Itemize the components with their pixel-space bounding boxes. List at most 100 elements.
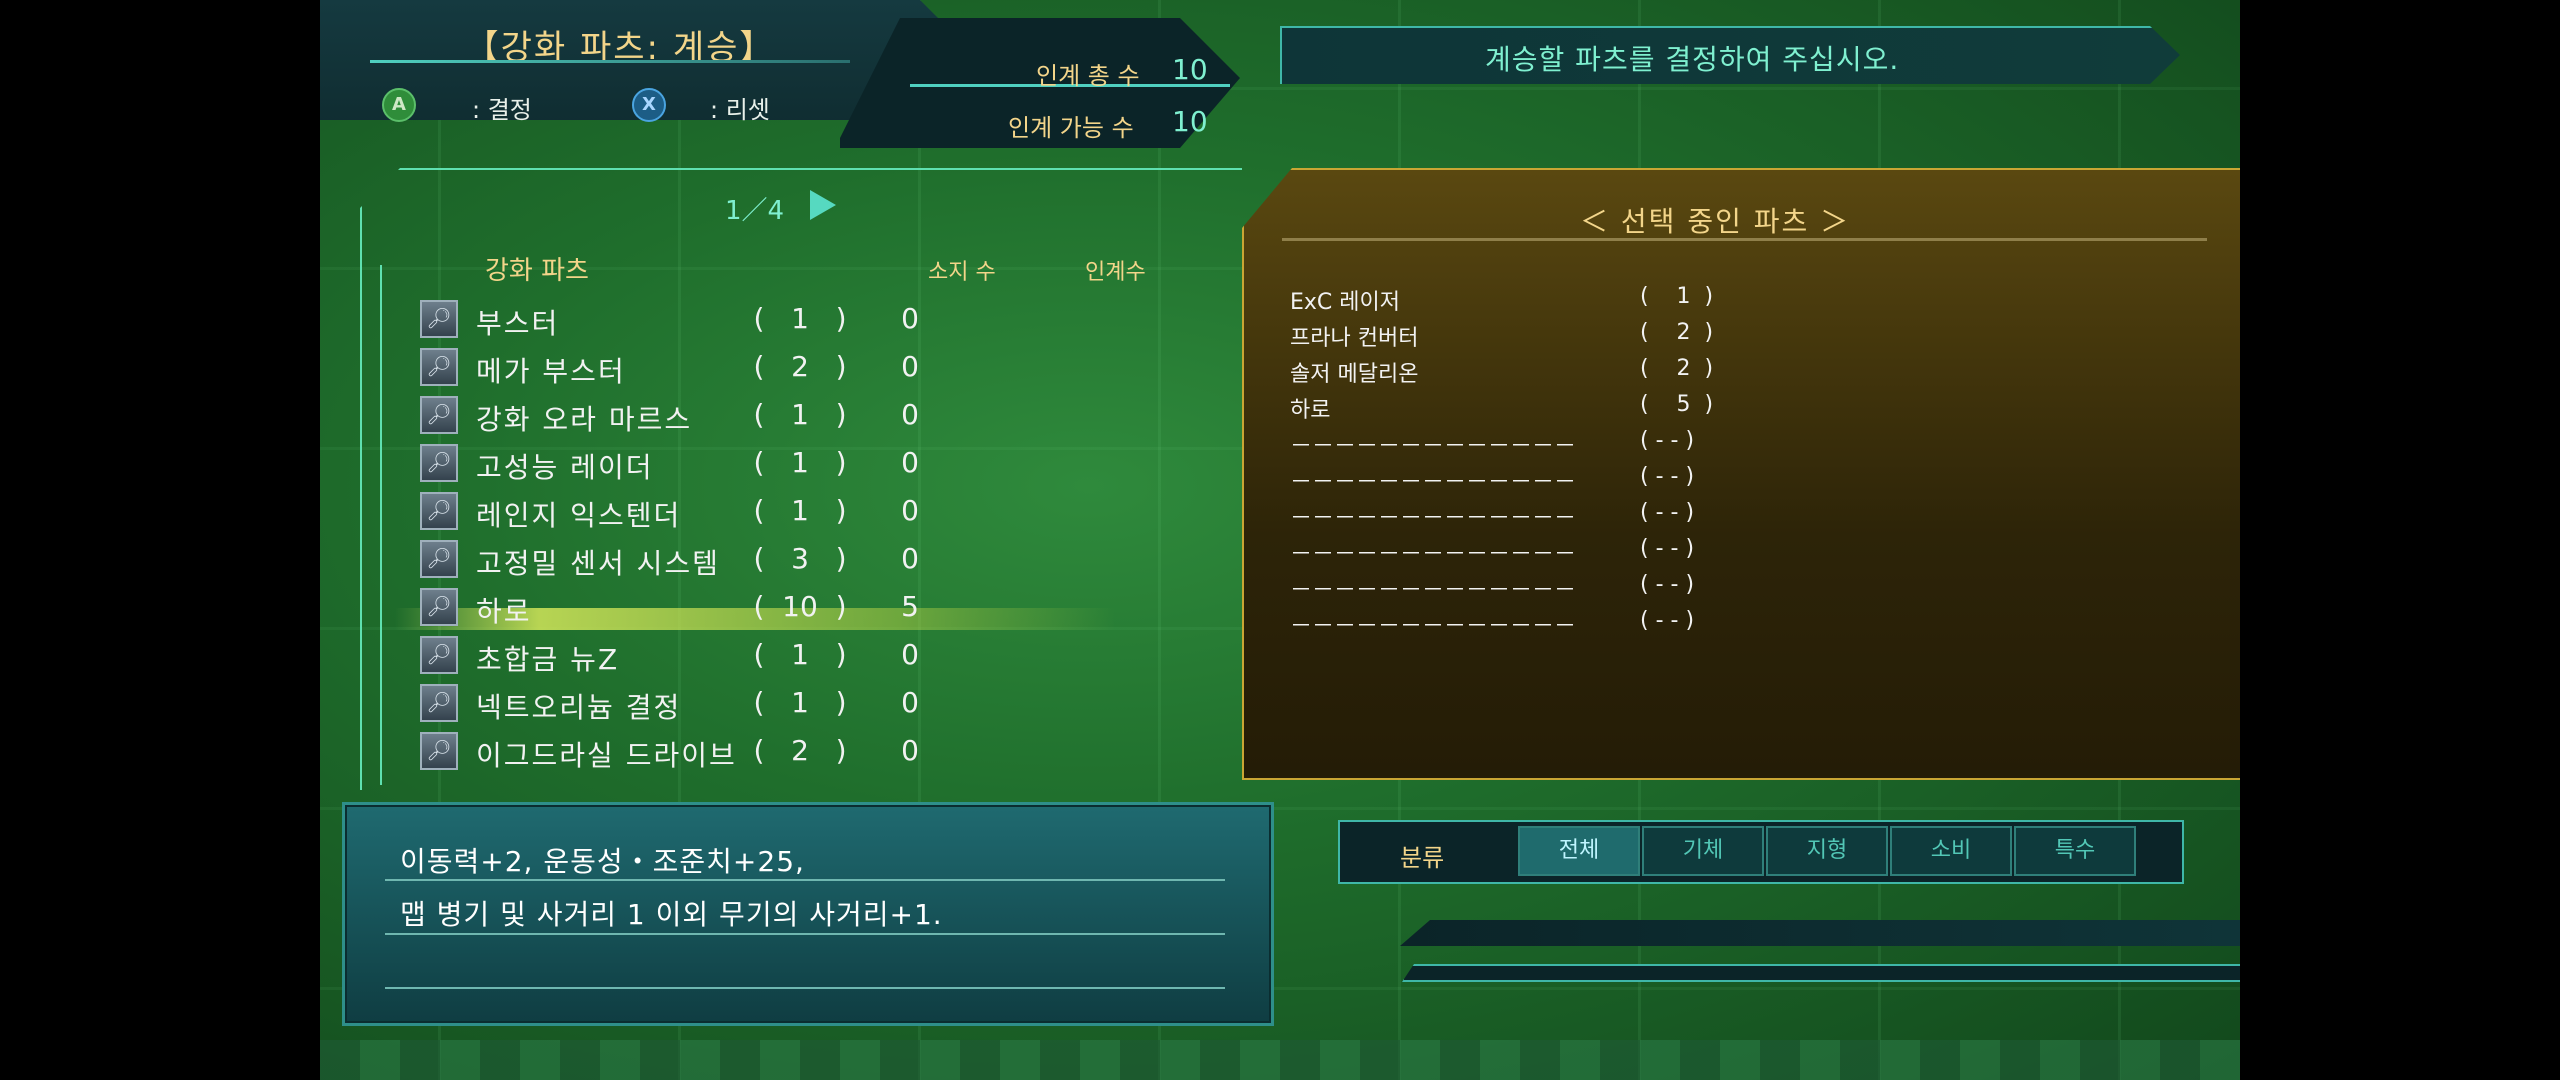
part-inherit-count: 0 [901, 494, 919, 527]
selected-part-count: ( 1 ) [1640, 284, 1714, 309]
tab-all[interactable]: 전체 [1518, 826, 1640, 876]
part-name: 이그드라실 드라이브 [476, 739, 737, 772]
tab-consumable[interactable]: 소비 [1890, 826, 2012, 876]
lock-icon: 🔎︎ [420, 540, 458, 578]
parts-row[interactable]: 🔎︎ 이그드라실 드라이브 ( 2 ) 0 [420, 732, 1080, 778]
part-name: 넥트오리늄 결정 [476, 691, 682, 724]
part-owned-count: ( 1 ) [753, 494, 847, 527]
selected-part-row-empty: －－－－－－－－－－－－－ ( - - ) [1290, 536, 1770, 572]
lock-icon: 🔎︎ [420, 444, 458, 482]
part-name: 메가 부스터 [476, 355, 626, 388]
tab-terrain[interactable]: 지형 [1766, 826, 1888, 876]
lock-icon: 🔎︎ [420, 396, 458, 434]
part-inherit-count: 0 [901, 638, 919, 671]
selected-part-count: ( - - ) [1640, 608, 1695, 633]
part-owned-count: ( 1 ) [753, 446, 847, 479]
next-page-arrow-icon[interactable] [810, 190, 836, 220]
description-divider [385, 933, 1225, 935]
part-name: 고정밀 센서 시스템 [476, 547, 720, 580]
page-indicator: 1／4 [725, 196, 785, 226]
selected-part-row-empty: －－－－－－－－－－－－－ ( - - ) [1290, 428, 1770, 464]
selected-part-name: 솔저 메달리온 [1290, 362, 1419, 387]
parts-row-selected[interactable]: 🔎︎ 하로 ( 10 ) 5 [420, 588, 1080, 634]
part-owned-count: ( 1 ) [753, 302, 847, 335]
title-divider [370, 60, 850, 63]
bottom-decoration [1400, 920, 2240, 946]
part-inherit-count: 0 [901, 542, 919, 575]
parts-row[interactable]: 🔎︎ 고정밀 센서 시스템 ( 3 ) 0 [420, 540, 1080, 586]
selected-part-row: 하로 ( 5 ) [1290, 392, 1770, 428]
selected-parts-divider [1282, 238, 2207, 241]
category-label: 분류 [1400, 844, 1445, 872]
lock-icon: 🔎︎ [420, 348, 458, 386]
column-header-parts: 강화 파츠 [485, 256, 589, 286]
selected-part-count: ( - - ) [1640, 536, 1695, 561]
parts-row[interactable]: 🔎︎ 초합금 뉴Z ( 1 ) 0 [420, 636, 1080, 682]
part-owned-count: ( 2 ) [753, 734, 847, 767]
parts-row[interactable]: 🔎︎ 고성능 레이더 ( 1 ) 0 [420, 444, 1080, 490]
a-button-icon[interactable]: A [382, 88, 416, 122]
tab-unit[interactable]: 기체 [1642, 826, 1764, 876]
part-owned-count: ( 1 ) [753, 398, 847, 431]
bottom-circuit-strip [320, 1040, 2240, 1080]
selected-part-row: ExC 레이저 ( 1 ) [1290, 284, 1770, 320]
selected-part-row-empty: －－－－－－－－－－－－－ ( - - ) [1290, 500, 1770, 536]
part-inherit-count: 0 [901, 398, 919, 431]
selected-part-row: 솔저 메달리온 ( 2 ) [1290, 356, 1770, 392]
part-owned-count: ( 1 ) [753, 686, 847, 719]
instruction-message: 계승할 파츠를 결정하여 주십시오. [1485, 43, 1900, 76]
selected-part-row-empty: －－－－－－－－－－－－－ ( - - ) [1290, 608, 1770, 644]
lock-icon: 🔎︎ [420, 300, 458, 338]
part-inherit-count: 0 [901, 350, 919, 383]
lock-icon: 🔎︎ [420, 636, 458, 674]
parts-row[interactable]: 🔎︎ 넥트오리늄 결정 ( 1 ) 0 [420, 684, 1080, 730]
available-inherit-label: 인계 가능 수 [1008, 114, 1134, 142]
lock-icon: 🔎︎ [420, 492, 458, 530]
parts-row[interactable]: 🔎︎ 메가 부스터 ( 2 ) 0 [420, 348, 1080, 394]
column-header-inherit: 인계수 [1085, 260, 1146, 285]
description-line-1: 이동력+2, 운동성・조준치+25, [400, 845, 805, 878]
part-name: 초합금 뉴Z [476, 643, 620, 676]
tab-special[interactable]: 특수 [2014, 826, 2136, 876]
part-name: 부스터 [476, 307, 560, 340]
selected-part-count: ( - - ) [1640, 572, 1695, 597]
total-inherit-label: 인계 총 수 [1036, 62, 1140, 90]
part-name: 하로 [476, 595, 532, 628]
selected-part-count: ( - - ) [1640, 500, 1695, 525]
selected-parts-title: ＜ 선택 중인 파츠 ＞ [1580, 205, 1851, 238]
part-owned-count: ( 2 ) [753, 350, 847, 383]
part-inherit-count: 0 [901, 734, 919, 767]
x-button-icon[interactable]: X [632, 88, 666, 122]
parts-row[interactable]: 🔎︎ 레인지 익스텐더 ( 1 ) 0 [420, 492, 1080, 538]
reset-label: : 리셋 [710, 96, 770, 124]
available-inherit-value: 10 [1172, 105, 1208, 138]
part-name: 강화 오라 마르스 [476, 403, 693, 436]
part-inherit-count: 0 [901, 302, 919, 335]
selected-part-count: ( - - ) [1640, 428, 1695, 453]
selected-part-count: ( - - ) [1640, 464, 1695, 489]
column-header-owned: 소지 수 [928, 260, 996, 285]
part-inherit-count: 5 [901, 590, 919, 623]
description-divider [385, 987, 1225, 989]
selected-part-count: ( 2 ) [1640, 320, 1714, 345]
bottom-decoration-bar [1402, 964, 2240, 982]
selected-part-name: －－－－－－－－－－－－－ [1290, 434, 1577, 459]
part-name: 고성능 레이더 [476, 451, 654, 484]
confirm-label: : 결정 [472, 96, 532, 124]
selected-part-row: 프라나 컨버터 ( 2 ) [1290, 320, 1770, 356]
part-name: 레인지 익스텐더 [476, 499, 682, 532]
selected-part-name: 프라나 컨버터 [1290, 326, 1419, 351]
selected-part-row-empty: －－－－－－－－－－－－－ ( - - ) [1290, 572, 1770, 608]
selected-part-name: －－－－－－－－－－－－－ [1290, 506, 1577, 531]
lock-icon: 🔎︎ [420, 588, 458, 626]
part-owned-count: ( 3 ) [753, 542, 847, 575]
selected-part-name: －－－－－－－－－－－－－ [1290, 542, 1577, 567]
parts-row[interactable]: 🔎︎ 강화 오라 마르스 ( 1 ) 0 [420, 396, 1080, 442]
lock-icon: 🔎︎ [420, 684, 458, 722]
lock-icon: 🔎︎ [420, 732, 458, 770]
selected-part-count: ( 5 ) [1640, 392, 1714, 417]
description-line-2: 맵 병기 및 사거리 1 이외 무기의 사거리+1. [400, 898, 943, 931]
selected-part-name: －－－－－－－－－－－－－ [1290, 578, 1577, 603]
game-screen: 【강화 파츠: 계승】 A : 결정 X : 리셋 인계 총 수 10 인계 가… [320, 0, 2240, 1080]
parts-row[interactable]: 🔎︎ 부스터 ( 1 ) 0 [420, 300, 1080, 346]
